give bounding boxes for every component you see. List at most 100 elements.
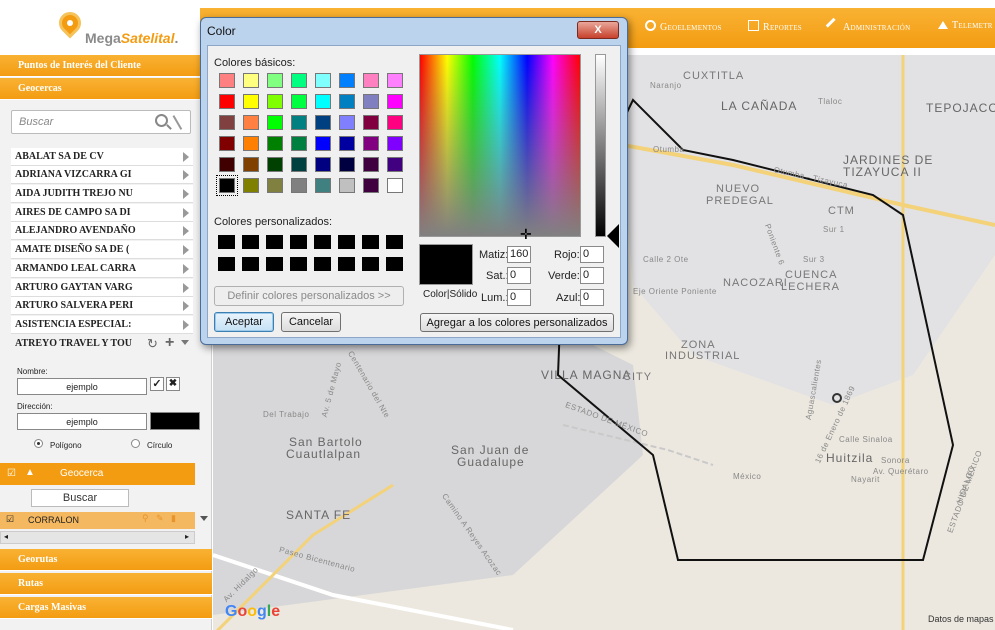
geocerca-search-input[interactable]: Buscar [31, 489, 129, 507]
client-row[interactable]: ARTURO SALVERA PERI [11, 297, 193, 315]
search-icon[interactable] [155, 114, 168, 127]
map-attribution[interactable]: Datos de mapas © [928, 614, 995, 624]
green-input[interactable]: 0 [580, 267, 604, 284]
nombre-input[interactable]: ejemplo [17, 378, 147, 395]
section-rutas[interactable]: Rutas [0, 573, 212, 595]
custom-color-swatch[interactable] [290, 257, 307, 271]
client-row[interactable]: ARTURO GAYTAN VARG [11, 279, 193, 297]
add-custom-colors-button[interactable]: Agregar a los colores personalizados [420, 313, 614, 332]
basic-color-swatch[interactable] [315, 157, 331, 172]
custom-color-swatch[interactable] [314, 235, 331, 249]
basic-color-swatch[interactable] [363, 115, 379, 130]
refresh-icon[interactable]: ↻ [147, 336, 158, 352]
close-button[interactable]: X [577, 21, 619, 39]
luminosity-arrow-icon[interactable] [607, 224, 619, 248]
client-row[interactable]: ASISTENCIA ESPECIAL: [11, 316, 193, 334]
custom-color-swatch[interactable] [218, 235, 235, 249]
expand-arrow-icon[interactable] [183, 245, 189, 255]
basic-color-swatch[interactable] [315, 73, 331, 88]
define-custom-colors-button[interactable]: Definir colores personalizados >> [214, 286, 404, 306]
basic-color-swatch[interactable] [267, 94, 283, 109]
basic-color-swatch[interactable] [291, 115, 307, 130]
basic-color-swatch[interactable] [315, 94, 331, 109]
basic-color-swatch[interactable] [387, 157, 403, 172]
basic-color-swatch[interactable] [363, 94, 379, 109]
client-row[interactable]: ABALAT SA DE CV [11, 148, 193, 166]
basic-color-swatch[interactable] [243, 94, 259, 109]
expand-arrow-icon[interactable] [183, 152, 189, 162]
crosshair-icon[interactable]: ✛ [520, 226, 532, 243]
basic-color-swatch[interactable] [267, 136, 283, 151]
collapse-arrow-icon[interactable]: ▲ [25, 467, 35, 478]
custom-color-swatch[interactable] [218, 257, 235, 271]
basic-color-swatch[interactable] [243, 115, 259, 130]
basic-color-swatch[interactable] [219, 136, 235, 151]
basic-color-swatch[interactable] [243, 178, 259, 193]
basic-color-swatch[interactable] [387, 73, 403, 88]
basic-color-swatch[interactable] [339, 178, 355, 193]
edit-icon[interactable]: ✎ [156, 513, 164, 524]
basic-color-swatch[interactable] [387, 94, 403, 109]
expand-arrow-icon[interactable] [183, 320, 189, 330]
accept-button[interactable]: Aceptar [214, 312, 274, 332]
basic-color-swatch[interactable] [219, 73, 235, 88]
radio-poligono[interactable] [34, 439, 43, 448]
custom-color-swatch[interactable] [242, 257, 259, 271]
scroll-down-icon[interactable] [200, 516, 208, 521]
custom-color-swatch[interactable] [314, 257, 331, 271]
basic-color-swatch[interactable] [315, 136, 331, 151]
basic-color-swatch[interactable] [219, 157, 235, 172]
nav-reportes[interactable]: Reportes [748, 20, 802, 33]
section-georutas[interactable]: Georutas [0, 549, 212, 571]
zoom-icon[interactable]: ⚲ [142, 513, 149, 524]
color-spectrum[interactable] [419, 54, 581, 237]
delete-icon[interactable]: ▮ [171, 513, 176, 524]
custom-color-swatch[interactable] [362, 257, 379, 271]
basic-color-swatch[interactable] [363, 157, 379, 172]
expand-arrow-icon[interactable] [183, 301, 189, 311]
expand-arrow-icon[interactable] [183, 170, 189, 180]
custom-color-swatch[interactable] [362, 235, 379, 249]
basic-color-swatch[interactable] [339, 94, 355, 109]
custom-color-swatch[interactable] [386, 257, 403, 271]
basic-color-swatch[interactable] [243, 157, 259, 172]
basic-color-swatch[interactable] [243, 73, 259, 88]
custom-color-swatch[interactable] [290, 235, 307, 249]
expand-arrow-icon[interactable] [183, 208, 189, 218]
custom-color-swatch[interactable] [338, 257, 355, 271]
nav-administracion[interactable]: Administración [825, 17, 910, 34]
sat-input[interactable]: 0 [507, 267, 531, 284]
basic-color-swatch[interactable] [315, 115, 331, 130]
basic-color-swatch[interactable] [363, 178, 379, 193]
basic-color-swatch[interactable] [267, 115, 283, 130]
horizontal-scrollbar[interactable]: ◂ ▸ [0, 531, 195, 544]
color-picker-field[interactable] [150, 412, 200, 430]
basic-color-swatch[interactable] [291, 73, 307, 88]
basic-color-swatch[interactable] [315, 178, 331, 193]
section-puntos-interes[interactable]: Puntos de Interés del Cliente [0, 55, 212, 77]
basic-color-swatch[interactable] [291, 157, 307, 172]
basic-color-swatch[interactable] [267, 157, 283, 172]
checkbox-icon[interactable]: ☑ [6, 514, 14, 525]
client-row[interactable]: AIDA JUDITH TREJO NU [11, 185, 193, 203]
basic-color-swatch[interactable] [363, 73, 379, 88]
basic-color-swatch[interactable] [219, 115, 235, 130]
add-icon[interactable]: + [165, 334, 174, 352]
collapse-icon[interactable] [181, 340, 189, 345]
confirm-button[interactable]: ✓ [150, 377, 164, 391]
client-row[interactable]: ADRIANA VIZCARRA GI [11, 166, 193, 184]
basic-color-swatch[interactable] [291, 178, 307, 193]
expand-arrow-icon[interactable] [183, 189, 189, 199]
blue-input[interactable]: 0 [580, 289, 604, 306]
expand-arrow-icon[interactable] [183, 283, 189, 293]
scroll-right-icon[interactable]: ▸ [185, 532, 189, 541]
checkbox-icon[interactable]: ☑ [7, 468, 16, 479]
basic-color-swatch[interactable] [387, 178, 403, 193]
cancel-button[interactable]: ✖ [166, 377, 180, 391]
expand-arrow-icon[interactable] [183, 264, 189, 274]
basic-color-swatch[interactable] [216, 175, 238, 196]
nav-geoelementos[interactable]: Geoelementos [645, 20, 722, 33]
basic-color-swatch[interactable] [267, 178, 283, 193]
lum-input[interactable]: 0 [507, 289, 531, 306]
basic-color-swatch[interactable] [291, 94, 307, 109]
